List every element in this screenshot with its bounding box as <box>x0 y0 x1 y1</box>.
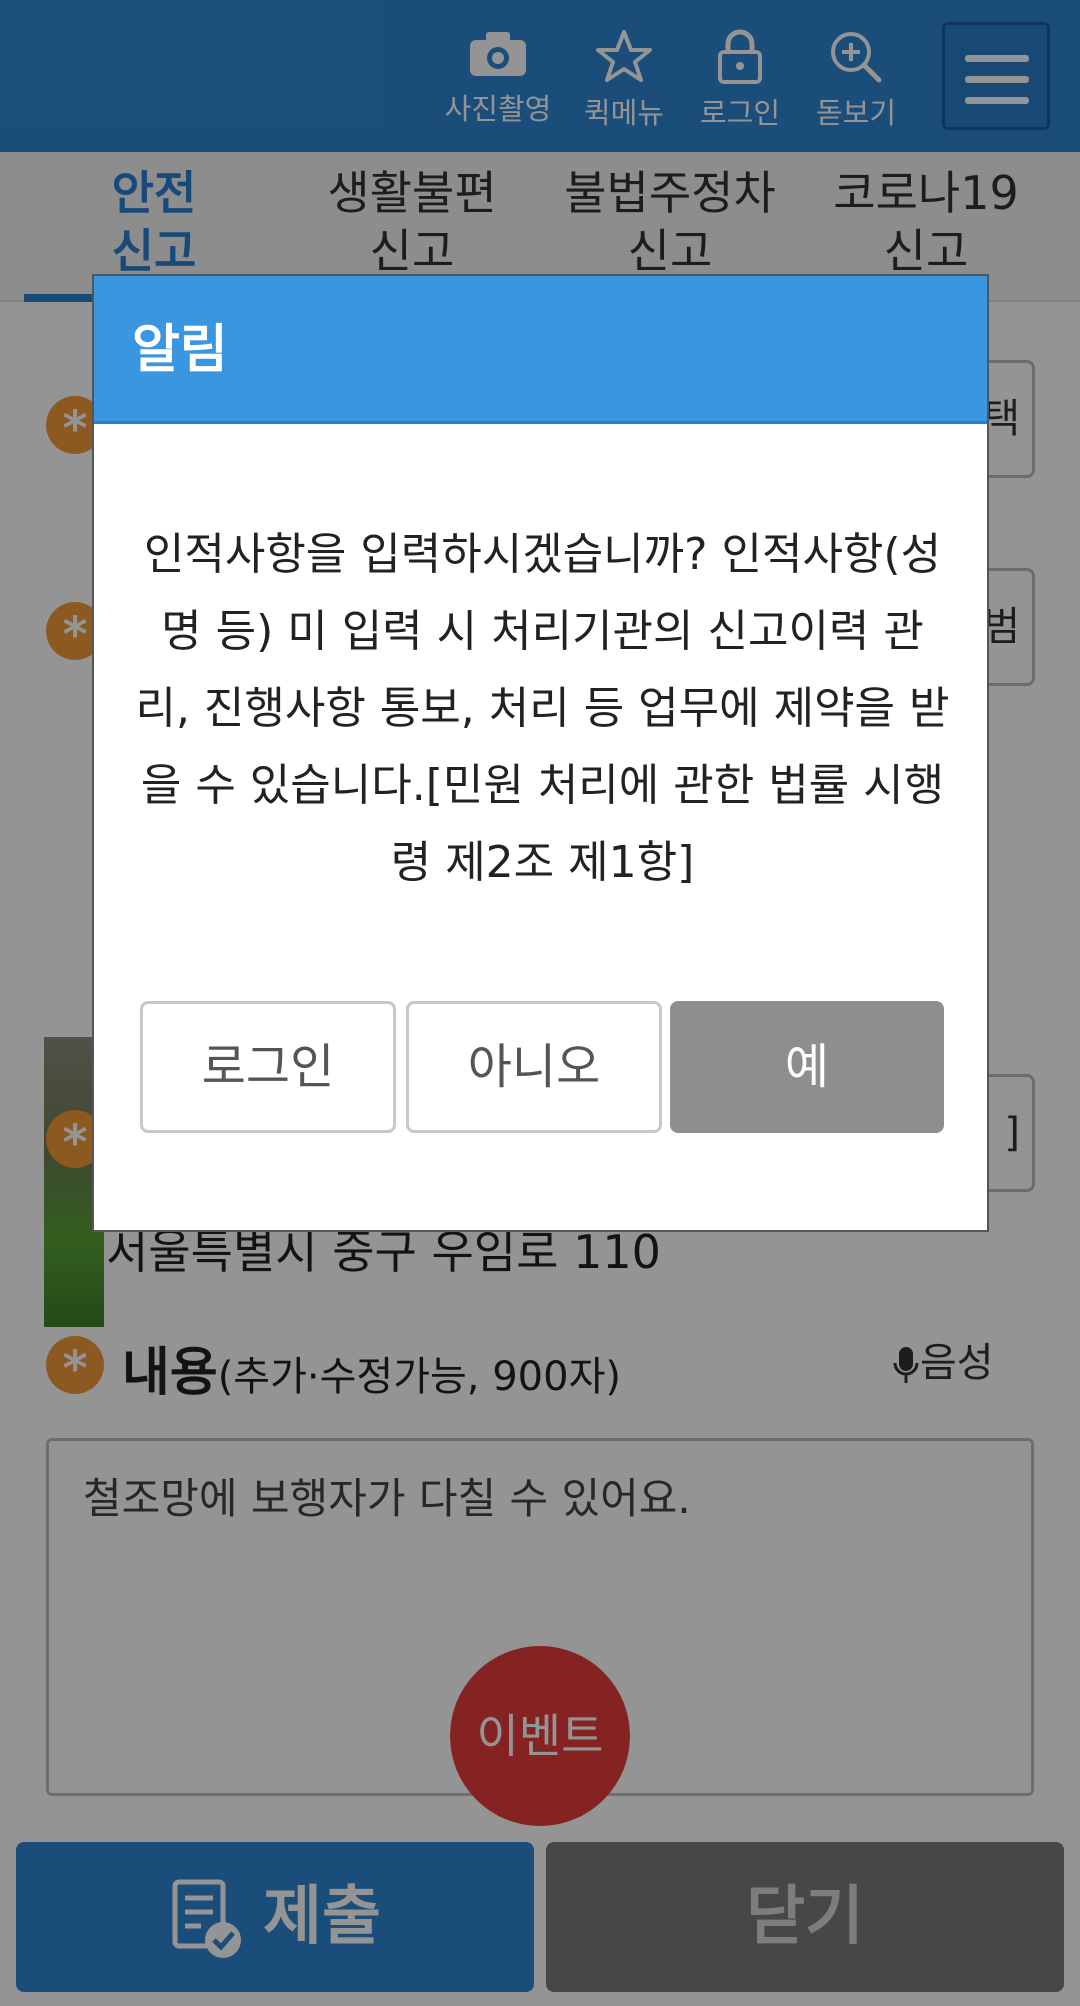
dialog-yes-button[interactable]: 예 <box>670 1001 944 1133</box>
dialog-no-button[interactable]: 아니오 <box>406 1001 662 1133</box>
dialog-message: 인적사항을 입력하시겠습니까? 인적사항(성명 등) 미 입력 시 처리기관의 … <box>135 529 950 888</box>
notice-dialog: 알림 인적사항을 입력하시겠습니까? 인적사항(성명 등) 미 입력 시 처리기… <box>92 274 989 1232</box>
modal-overlay[interactable]: 알림 인적사항을 입력하시겠습니까? 인적사항(성명 등) 미 입력 시 처리기… <box>0 0 1080 2006</box>
dialog-title: 알림 <box>94 276 987 424</box>
dialog-login-button[interactable]: 로그인 <box>140 1001 396 1133</box>
